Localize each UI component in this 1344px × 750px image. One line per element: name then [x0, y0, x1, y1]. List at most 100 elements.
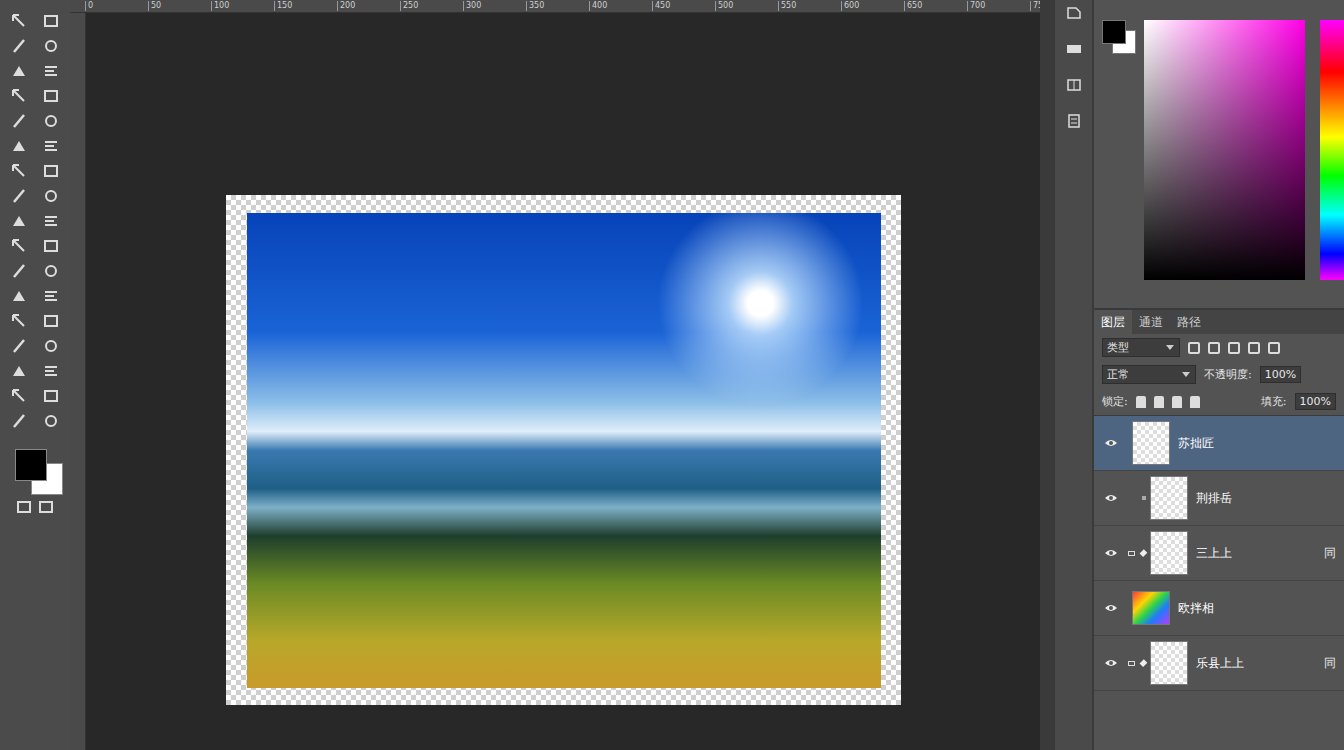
tool-button[interactable] — [37, 408, 65, 433]
tool-button[interactable] — [37, 258, 65, 283]
filter-icon[interactable] — [1208, 342, 1220, 354]
tool-button[interactable] — [5, 258, 33, 283]
tool-button[interactable] — [5, 383, 33, 408]
tool-button[interactable] — [5, 33, 33, 58]
ruler-label: 650 — [904, 1, 967, 11]
opacity-label: 不透明度: — [1204, 367, 1252, 382]
tool-button[interactable] — [5, 333, 33, 358]
tool-button[interactable] — [5, 133, 33, 158]
eye-icon[interactable] — [1104, 438, 1118, 448]
ruler-label: 350 — [526, 1, 589, 11]
opacity-field[interactable]: 100% — [1260, 366, 1301, 383]
tool-button[interactable] — [5, 158, 33, 183]
hue-slider[interactable] — [1320, 20, 1344, 280]
tool-button[interactable] — [37, 83, 65, 108]
layer-name[interactable]: 三上上 — [1196, 545, 1232, 562]
layer-row[interactable]: 苏拙匠 — [1094, 416, 1344, 471]
layer-name[interactable]: 苏拙匠 — [1178, 435, 1214, 452]
tool-button[interactable] — [5, 58, 33, 83]
color-panel — [1094, 0, 1344, 310]
dock-button[interactable] — [1063, 110, 1085, 132]
fill-field[interactable]: 100% — [1295, 393, 1336, 410]
tool-button[interactable] — [37, 8, 65, 33]
tool-button[interactable] — [37, 308, 65, 333]
eye-icon[interactable] — [1104, 548, 1118, 558]
layer-badge: 同 — [1324, 655, 1336, 672]
link-icon — [1128, 551, 1135, 556]
lock-icon[interactable] — [1172, 396, 1182, 408]
dock-button[interactable] — [1063, 38, 1085, 60]
lock-icon[interactable] — [1190, 396, 1200, 408]
tool-icon — [10, 187, 28, 205]
tool-button[interactable] — [37, 183, 65, 208]
tool-button[interactable] — [5, 83, 33, 108]
lock-icon[interactable] — [1136, 396, 1146, 408]
panel-tab[interactable]: 图层 — [1094, 310, 1132, 334]
layer-name[interactable]: 荆排岳 — [1196, 490, 1232, 507]
ruler-label: 700 — [967, 1, 1030, 11]
tool-button[interactable] — [37, 358, 65, 383]
color-swatch[interactable] — [1102, 20, 1144, 54]
tool-button[interactable] — [5, 208, 33, 233]
tool-icon — [10, 37, 28, 55]
tool-icon — [10, 237, 28, 255]
lock-icon[interactable] — [1154, 396, 1164, 408]
filter-icon[interactable] — [1248, 342, 1260, 354]
tool-button[interactable] — [37, 233, 65, 258]
eye-icon[interactable] — [1104, 493, 1118, 503]
ruler-label: 750 — [1030, 1, 1040, 11]
canvas[interactable] — [86, 13, 1040, 750]
blend-mode-dropdown[interactable]: 正常 — [1102, 365, 1196, 384]
panel-tab[interactable]: 路径 — [1170, 310, 1208, 334]
dock-button[interactable] — [1063, 2, 1085, 24]
tool-button[interactable] — [37, 283, 65, 308]
tool-button[interactable] — [5, 308, 33, 333]
screen-mode-icon[interactable] — [39, 501, 53, 513]
tool-button[interactable] — [37, 58, 65, 83]
foreground-color-swatch[interactable] — [15, 449, 47, 481]
layer-name[interactable]: 乐县上上 — [1196, 655, 1244, 672]
ruler-label: 50 — [148, 1, 211, 11]
tool-button[interactable] — [37, 208, 65, 233]
tool-button[interactable] — [5, 408, 33, 433]
filter-icon[interactable] — [1228, 342, 1240, 354]
filter-icon[interactable] — [1268, 342, 1280, 354]
quick-mask-icon[interactable] — [17, 501, 31, 513]
ruler-label: 500 — [715, 1, 778, 11]
tool-button[interactable] — [37, 158, 65, 183]
tool-button[interactable] — [37, 133, 65, 158]
eye-icon[interactable] — [1104, 603, 1118, 613]
clip-icon — [1142, 496, 1146, 500]
tool-icon — [42, 12, 60, 30]
panel-tab[interactable]: 通道 — [1132, 310, 1170, 334]
dock-button[interactable] — [1063, 74, 1085, 96]
tool-button[interactable] — [5, 183, 33, 208]
layer-row[interactable]: 荆排岳 — [1094, 471, 1344, 526]
panel-icon — [1066, 114, 1082, 128]
filter-icon[interactable] — [1188, 342, 1200, 354]
tool-icon — [42, 312, 60, 330]
tool-button[interactable] — [5, 108, 33, 133]
tool-button[interactable] — [37, 383, 65, 408]
ruler-label: 250 — [400, 1, 463, 11]
layer-row[interactable]: 乐县上上 同 — [1094, 636, 1344, 691]
eye-icon[interactable] — [1104, 658, 1118, 668]
tool-icon — [42, 187, 60, 205]
tool-button[interactable] — [37, 33, 65, 58]
color-field[interactable] — [1144, 20, 1305, 280]
lock-label: 锁定: — [1102, 394, 1128, 409]
tool-button[interactable] — [5, 283, 33, 308]
panel-dock — [1055, 0, 1094, 750]
tool-icon — [10, 162, 28, 180]
layer-row[interactable]: 三上上 同 — [1094, 526, 1344, 581]
layer-name[interactable]: 欧拌相 — [1178, 600, 1214, 617]
tool-button[interactable] — [5, 358, 33, 383]
layer-row[interactable]: 欧拌相 — [1094, 581, 1344, 636]
tool-button[interactable] — [5, 8, 33, 33]
tool-icon — [10, 287, 28, 305]
filter-dropdown[interactable]: 类型 — [1102, 338, 1180, 357]
tool-button[interactable] — [37, 333, 65, 358]
tool-button[interactable] — [37, 108, 65, 133]
tool-button[interactable] — [5, 233, 33, 258]
link-icon — [1128, 661, 1135, 666]
